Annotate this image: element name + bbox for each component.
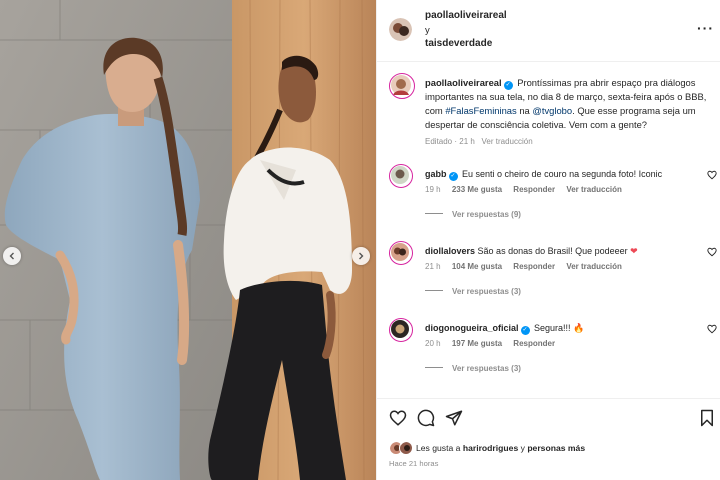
verified-badge-icon: ✓ — [520, 326, 530, 335]
verified-badge-icon: ✓ — [503, 81, 513, 90]
chevron-left-icon — [9, 252, 14, 260]
carousel-prev-button[interactable] — [3, 247, 21, 265]
comment-meta: 19 h 233 Me gusta Responder Ver traducci… — [425, 185, 631, 194]
comment-time: 21 h — [425, 262, 441, 271]
comment-reply-button[interactable]: Responder — [513, 185, 555, 194]
comment-item: gabb ✓ Eu senti o cheiro de couro na segu… — [389, 164, 720, 224]
caption-translate-link[interactable]: Ver traducción — [482, 137, 533, 146]
caption-avatar[interactable] — [389, 73, 415, 99]
likes-others[interactable]: personas más — [527, 443, 585, 453]
caption-hashtag[interactable]: #FalasFemininas — [445, 105, 516, 116]
comment-body: São as donas do Brasil! Que podeeer — [477, 246, 628, 256]
post-image-illustration — [0, 0, 376, 480]
comment-reply-button[interactable]: Responder — [513, 262, 555, 271]
bookmark-icon[interactable] — [699, 409, 715, 427]
view-replies-label: Ver respuestas (3) — [452, 364, 521, 373]
comment-username[interactable]: diogonogueira_oficial — [425, 323, 519, 333]
comment-avatar[interactable] — [389, 241, 413, 265]
comment-item: diogonogueira_oficial ✓ Segura!!! 🔥 20 h … — [389, 318, 720, 378]
caption-body-2: na — [516, 105, 533, 116]
comment-text: diollalovers São as donas do Brasil! Que… — [425, 245, 685, 257]
view-replies-button[interactable]: Ver respuestas (3) — [425, 364, 521, 373]
header-username-1[interactable]: paollaoliveirareal — [425, 10, 507, 21]
caption-username[interactable]: paollaoliveirareal — [425, 77, 502, 88]
comment-heart-icon[interactable] — [707, 247, 717, 257]
comment-text: diogonogueira_oficial ✓ Segura!!! 🔥 — [425, 322, 685, 335]
comment-meta: 21 h 104 Me gusta Responder Ver traducci… — [425, 262, 631, 271]
replies-divider — [425, 367, 443, 368]
caption-meta: Editado · 21 h Ver traducción — [425, 137, 533, 146]
post-timestamp: Hace 21 horas — [389, 459, 439, 468]
view-replies-button[interactable]: Ver respuestas (3) — [425, 287, 521, 296]
heart-emoji: ❤ — [630, 246, 638, 256]
likes-suffix: y — [520, 443, 525, 453]
header-username-2[interactable]: taisdeverdade — [425, 38, 492, 49]
caption-separator: · — [454, 137, 458, 146]
comment-reply-button[interactable]: Responder — [513, 339, 555, 348]
likes-summary: Les gusta a harirodrigues y personas más — [389, 441, 709, 455]
caption-time: 21 h — [459, 137, 475, 146]
more-options-icon[interactable]: ··· — [697, 21, 714, 35]
view-replies-label: Ver respuestas (3) — [452, 287, 521, 296]
liker-avatars — [389, 441, 415, 455]
post-photo[interactable] — [0, 0, 376, 480]
header-connector: y — [425, 25, 430, 36]
comment-heart-icon[interactable] — [707, 170, 717, 180]
comment-likes[interactable]: 104 Me gusta — [452, 262, 502, 271]
comment-text: gabb ✓ Eu senti o cheiro de couro na segu… — [425, 168, 685, 181]
caption-mention[interactable]: @tvglobo — [532, 105, 572, 116]
view-replies-button[interactable]: Ver respuestas (9) — [425, 210, 521, 219]
comment-avatar[interactable] — [389, 164, 413, 188]
likes-text: Les gusta a harirodrigues y personas más — [416, 443, 585, 453]
comment-body: Segura!!! — [534, 323, 571, 333]
view-replies-label: Ver respuestas (9) — [452, 210, 521, 219]
likes-user[interactable]: harirodrigues — [463, 443, 518, 453]
post-sidebar: paollaoliveirareal y taisdeverdade ··· p… — [376, 0, 720, 480]
comment-meta: 20 h 197 Me gusta Responder — [425, 339, 564, 348]
comment-translate-link[interactable]: Ver traducción — [566, 185, 622, 194]
comment-translate-link[interactable]: Ver traducción — [566, 262, 622, 271]
comment-item: diollalovers São as donas do Brasil! Que… — [389, 241, 720, 301]
comment-username[interactable]: diollalovers — [425, 246, 475, 256]
comment-likes[interactable]: 233 Me gusta — [452, 185, 502, 194]
header-avatar[interactable] — [389, 18, 412, 41]
comment-body: Eu senti o cheiro de couro na segunda fo… — [462, 169, 663, 179]
verified-badge-icon: ✓ — [448, 172, 458, 181]
comment-username[interactable]: gabb — [425, 169, 447, 179]
send-icon[interactable] — [445, 409, 463, 427]
carousel-next-button[interactable] — [352, 247, 370, 265]
heart-icon[interactable] — [389, 409, 407, 427]
post-actions: Les gusta a harirodrigues y personas más… — [377, 398, 720, 480]
caption-edited: Editado — [425, 137, 453, 146]
comment-likes[interactable]: 197 Me gusta — [452, 339, 502, 348]
caption-text: paollaoliveirareal ✓ Prontíssimas pra abr… — [425, 76, 710, 132]
comment-time: 20 h — [425, 339, 441, 348]
fire-emoji: 🔥 — [573, 323, 585, 333]
replies-divider — [425, 213, 443, 214]
post-header: paollaoliveirareal y taisdeverdade ··· — [377, 0, 720, 62]
replies-divider — [425, 290, 443, 291]
comment-icon[interactable] — [417, 409, 435, 427]
comment-heart-icon[interactable] — [707, 324, 717, 334]
chevron-right-icon — [359, 252, 364, 260]
likes-prefix: Les gusta a — [416, 443, 461, 453]
comment-time: 19 h — [425, 185, 441, 194]
comment-avatar[interactable] — [389, 318, 413, 342]
